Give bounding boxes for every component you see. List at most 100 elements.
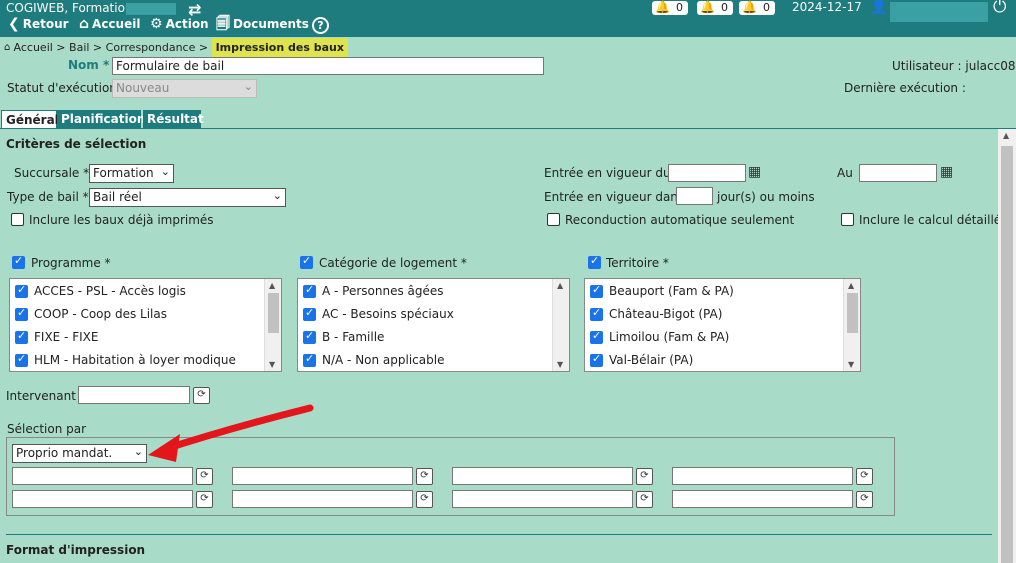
programme-label: Programme * — [31, 256, 111, 270]
days-input[interactable] — [676, 187, 713, 205]
arrow-shaft — [158, 404, 314, 454]
breadcrumb-sep: > — [89, 40, 106, 54]
selection-input[interactable] — [452, 490, 633, 508]
item-label: ACCES - PSL - Accès logis — [34, 284, 186, 298]
selection-input[interactable] — [452, 467, 633, 485]
list-scrollbar[interactable]: ▲ ▼ — [843, 279, 860, 371]
scroll-thumb[interactable] — [1001, 146, 1013, 563]
selection-value: Proprio mandat. — [16, 446, 113, 460]
lookup-icon[interactable]: ⟳ — [636, 491, 653, 508]
categorie-list: A - Personnes âgées AC - Besoins spéciau… — [297, 278, 570, 372]
scroll-up-icon[interactable]: ▲ — [848, 281, 854, 290]
item-label: COOP - Coop des Lilas — [34, 307, 167, 321]
item-label: A - Personnes âgées — [322, 284, 444, 298]
scroll-down-icon[interactable]: ▼ — [269, 360, 275, 369]
detailed-calc-checkbox[interactable] — [841, 213, 854, 226]
item-checkbox[interactable] — [590, 352, 603, 367]
alert-badge-green[interactable]: 🔔 0 — [739, 0, 775, 15]
documents-button[interactable]: 🗐 Documents — [216, 17, 309, 31]
home-button[interactable]: ⌂ Accueil — [79, 17, 140, 31]
type-bail-label: Type de bail * — [7, 190, 89, 204]
selection-input[interactable] — [232, 467, 413, 485]
item-label: Val-Bélair (PA) — [609, 353, 694, 367]
statut-select[interactable]: Nouveau ⌄ — [112, 79, 257, 98]
scroll-up-icon[interactable]: ▲ — [1003, 131, 1009, 140]
breadcrumb-item[interactable]: Correspondance — [106, 41, 196, 54]
alert-badge-red[interactable]: 🔔 0 — [652, 0, 688, 15]
home-icon[interactable]: ⌂ — [4, 42, 14, 53]
lookup-icon[interactable]: ⟳ — [856, 491, 873, 508]
selection-input[interactable] — [12, 490, 193, 508]
back-button[interactable]: ❮ Retour — [8, 17, 69, 31]
auto-renew-checkbox[interactable] — [547, 213, 560, 226]
selection-input[interactable] — [672, 490, 853, 508]
item-checkbox[interactable] — [590, 329, 603, 344]
item-checkbox[interactable] — [15, 352, 28, 367]
selection-label: Sélection par — [7, 422, 87, 436]
lookup-icon[interactable]: ⟳ — [196, 468, 213, 485]
selection-input[interactable] — [12, 467, 193, 485]
succursale-label: Succursale * — [14, 166, 90, 180]
bell-icon: 🔔 — [742, 0, 757, 14]
succursale-select[interactable]: Formation ⌄ — [89, 164, 174, 183]
item-checkbox[interactable] — [15, 306, 28, 321]
item-checkbox[interactable] — [303, 283, 316, 298]
scroll-down-icon[interactable]: ▼ — [848, 360, 854, 369]
help-icon[interactable]: ? — [312, 17, 329, 34]
alert-badge-yellow[interactable]: 🔔 0 — [697, 0, 733, 15]
calendar-icon[interactable]: ▦ — [940, 164, 956, 180]
item-checkbox[interactable] — [303, 329, 316, 344]
item-checkbox[interactable] — [590, 306, 603, 321]
item-checkbox[interactable] — [15, 329, 28, 344]
item-label: N/A - Non applicable — [322, 353, 445, 367]
tab-general[interactable]: Général — [1, 110, 59, 129]
scroll-thumb[interactable] — [268, 293, 279, 333]
item-checkbox[interactable] — [303, 352, 316, 367]
power-icon[interactable]: ⏻ — [993, 0, 1006, 17]
type-bail-value: Bail réel — [93, 190, 142, 204]
list-scrollbar[interactable]: ▲ ▼ — [552, 279, 569, 371]
lookup-icon[interactable]: ⟳ — [416, 468, 433, 485]
home-icon: ⌂ — [79, 16, 90, 32]
item-checkbox[interactable] — [590, 283, 603, 298]
include-printed-checkbox[interactable] — [11, 213, 24, 226]
tab-planification[interactable]: Planification — [57, 110, 145, 129]
alert-count: 0 — [721, 1, 728, 14]
nom-label-text: Nom — [68, 58, 99, 72]
selection-input[interactable] — [232, 490, 413, 508]
programme-list: ACCES - PSL - Accès logis COOP - Coop de… — [9, 278, 282, 372]
criteria-title: Critères de sélection — [6, 137, 147, 151]
item-checkbox[interactable] — [303, 306, 316, 321]
scroll-up-icon[interactable]: ▲ — [557, 281, 563, 290]
page-scrollbar[interactable]: ▲ — [998, 129, 1016, 563]
territoire-all-checkbox[interactable] — [588, 254, 601, 269]
item-checkbox[interactable] — [15, 283, 28, 298]
effective-to-input[interactable] — [859, 164, 937, 182]
list-scrollbar[interactable]: ▲ ▼ — [264, 279, 281, 371]
calendar-icon[interactable]: ▦ — [748, 164, 764, 180]
tab-resultat[interactable]: Résultat — [143, 110, 204, 129]
type-bail-select[interactable]: Bail réel ⌄ — [89, 188, 286, 207]
categorie-all-checkbox[interactable] — [300, 254, 313, 269]
scroll-down-icon[interactable]: ▼ — [557, 360, 563, 369]
user-icon[interactable]: 👤 — [870, 0, 887, 15]
scroll-up-icon[interactable]: ▲ — [269, 281, 275, 290]
scroll-thumb[interactable] — [847, 293, 858, 333]
lookup-icon[interactable]: ⟳ — [196, 491, 213, 508]
breadcrumb-item[interactable]: Accueil — [14, 41, 53, 54]
effective-from-input[interactable] — [668, 164, 746, 182]
nom-input[interactable]: Formulaire de bail — [112, 57, 544, 75]
back-arrow-icon: ❮ — [8, 16, 20, 32]
selection-select[interactable]: Proprio mandat. ⌄ — [12, 444, 147, 463]
action-button[interactable]: ⚙ Action — [150, 17, 209, 31]
lookup-icon[interactable]: ⟳ — [636, 468, 653, 485]
chevron-down-icon: ⌄ — [243, 80, 253, 93]
breadcrumb-item[interactable]: Bail — [69, 41, 89, 54]
section-divider — [6, 534, 992, 535]
programme-all-checkbox[interactable] — [12, 254, 25, 269]
lookup-icon[interactable]: ⟳ — [856, 468, 873, 485]
selection-input[interactable] — [672, 467, 853, 485]
format-title: Format d'impression — [6, 543, 146, 557]
breadcrumb-sep: > — [195, 40, 212, 54]
lookup-icon[interactable]: ⟳ — [416, 491, 433, 508]
